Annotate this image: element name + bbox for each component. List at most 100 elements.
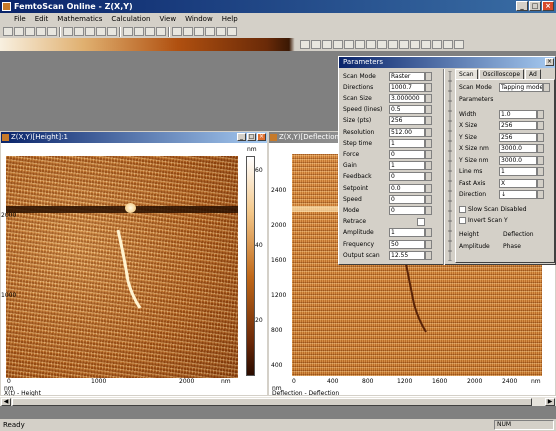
contrast-icon[interactable]: [216, 27, 226, 36]
spin-arrows-icon[interactable]: [537, 178, 544, 188]
menu-file[interactable]: File: [14, 13, 26, 25]
scan-param-field[interactable]: 1: [499, 167, 537, 176]
redo-icon[interactable]: [96, 27, 106, 36]
spin-arrows-icon[interactable]: [425, 183, 432, 193]
graph-icon[interactable]: [134, 27, 144, 36]
fit-icon[interactable]: [183, 27, 193, 36]
param-value-field[interactable]: 0: [389, 149, 425, 159]
height-window-titlebar[interactable]: Z(X,Y)[Height]:1 _ □ ×: [1, 132, 267, 143]
scan-param-field[interactable]: 256: [499, 121, 537, 130]
cut-icon[interactable]: [47, 27, 57, 36]
spin-arrows-icon[interactable]: [425, 116, 432, 126]
fft-icon[interactable]: [366, 40, 376, 49]
param-value-field[interactable]: 0.0: [389, 183, 425, 193]
invert-scan-checkbox[interactable]: [459, 216, 466, 224]
tab-ad[interactable]: Ad: [525, 69, 541, 79]
spin-arrows-icon[interactable]: [425, 161, 432, 171]
horizontal-scrollbar[interactable]: ◀ ▶: [0, 396, 556, 406]
height-afm-image[interactable]: [6, 156, 238, 378]
spin-arrows-icon[interactable]: [537, 190, 544, 199]
spin-arrows-icon[interactable]: [537, 132, 544, 142]
spin-arrows-icon[interactable]: [425, 93, 432, 103]
param-value-field[interactable]: 1: [389, 161, 425, 171]
param-value-field[interactable]: 1: [389, 138, 425, 148]
tab-scan[interactable]: Scan: [455, 69, 478, 79]
param-value-field[interactable]: 1000.7: [389, 82, 425, 92]
param-value-field[interactable]: 0: [389, 194, 425, 204]
param-value-field[interactable]: 3.000000: [389, 93, 425, 103]
line-icon[interactable]: [300, 40, 310, 49]
channel-height-label[interactable]: Height: [459, 231, 503, 238]
close-button[interactable]: ×: [542, 1, 554, 11]
scroll-left-icon[interactable]: ◀: [1, 398, 11, 406]
export-icon[interactable]: [454, 40, 464, 49]
histogram-icon[interactable]: [377, 40, 387, 49]
channel-amplitude-label[interactable]: Amplitude: [459, 243, 503, 250]
spin-arrows-icon[interactable]: [425, 228, 432, 238]
paste-icon[interactable]: [74, 27, 84, 36]
height-image-window[interactable]: Z(X,Y)[Height]:1 _ □ × nm 60 40 20 2000 …: [0, 131, 268, 397]
scan-param-field[interactable]: ↓: [499, 190, 537, 199]
parameters-titlebar[interactable]: Parameters ×: [339, 57, 555, 68]
scan-mode-select[interactable]: Tapping mode: [499, 82, 543, 92]
height-close-button[interactable]: ×: [257, 133, 266, 141]
param-value-field[interactable]: 512.00: [389, 127, 425, 137]
menu-window[interactable]: Window: [185, 13, 213, 25]
param-value-field[interactable]: 1: [389, 228, 425, 238]
print-icon[interactable]: [36, 27, 46, 36]
scale-icon[interactable]: [443, 40, 453, 49]
height-maximize-button[interactable]: □: [247, 133, 256, 141]
menu-view[interactable]: View: [159, 13, 176, 25]
color-palette[interactable]: [0, 38, 556, 51]
help-icon[interactable]: [107, 27, 117, 36]
spin-arrows-icon[interactable]: [537, 155, 544, 165]
grid-icon[interactable]: [123, 27, 133, 36]
level-icon[interactable]: [355, 40, 365, 49]
crop-icon[interactable]: [432, 40, 442, 49]
menu-help[interactable]: Help: [222, 13, 238, 25]
filter-icon[interactable]: [344, 40, 354, 49]
text-icon[interactable]: [388, 40, 398, 49]
chevron-down-icon[interactable]: [543, 82, 550, 92]
scan-param-field[interactable]: 3000.0: [499, 144, 537, 153]
spin-arrows-icon[interactable]: [537, 167, 544, 176]
param-checkbox[interactable]: [417, 217, 425, 226]
new-icon[interactable]: [3, 27, 13, 36]
menu-calculation[interactable]: Calculation: [111, 13, 150, 25]
param-value-field[interactable]: 0.5: [389, 105, 425, 115]
spin-arrows-icon[interactable]: [425, 71, 432, 81]
zoom-in-icon[interactable]: [156, 27, 166, 36]
settings-icon[interactable]: [194, 27, 204, 36]
slow-scan-checkbox[interactable]: [459, 205, 466, 213]
channel-deflection-label[interactable]: Deflection: [503, 231, 534, 238]
spin-arrows-icon[interactable]: [537, 109, 544, 119]
measure-icon[interactable]: [145, 27, 155, 36]
channel-phase-label[interactable]: Phase: [503, 243, 521, 250]
save-icon[interactable]: [25, 27, 35, 36]
menu-edit[interactable]: Edit: [35, 13, 49, 25]
undo-icon[interactable]: [85, 27, 95, 36]
color-icon[interactable]: [205, 27, 215, 36]
param-value-field[interactable]: 12.55: [389, 250, 425, 260]
profile-icon[interactable]: [311, 40, 321, 49]
param-value-field[interactable]: 0: [389, 172, 425, 182]
param-value-field[interactable]: 50: [389, 239, 425, 249]
spin-arrows-icon[interactable]: [537, 144, 544, 153]
spin-arrows-icon[interactable]: [425, 239, 432, 249]
maximize-button[interactable]: □: [529, 1, 541, 11]
scan-param-field[interactable]: X: [499, 178, 537, 188]
scroll-thumb[interactable]: [12, 398, 532, 406]
flip-icon[interactable]: [421, 40, 431, 49]
arrow-icon[interactable]: [399, 40, 409, 49]
spin-arrows-icon[interactable]: [425, 172, 432, 182]
height-minimize-button[interactable]: _: [237, 133, 246, 141]
param-value-field[interactable]: Raster: [389, 71, 425, 81]
area-icon[interactable]: [333, 40, 343, 49]
spin-arrows-icon[interactable]: [425, 149, 432, 159]
parameters-close-button[interactable]: ×: [545, 58, 554, 66]
spin-arrows-icon[interactable]: [425, 105, 432, 115]
menu-mathematics[interactable]: Mathematics: [57, 13, 102, 25]
scan-param-field[interactable]: 3000.0: [499, 155, 537, 165]
zoom-out-icon[interactable]: [172, 27, 182, 36]
param-value-field[interactable]: 256: [389, 116, 425, 126]
